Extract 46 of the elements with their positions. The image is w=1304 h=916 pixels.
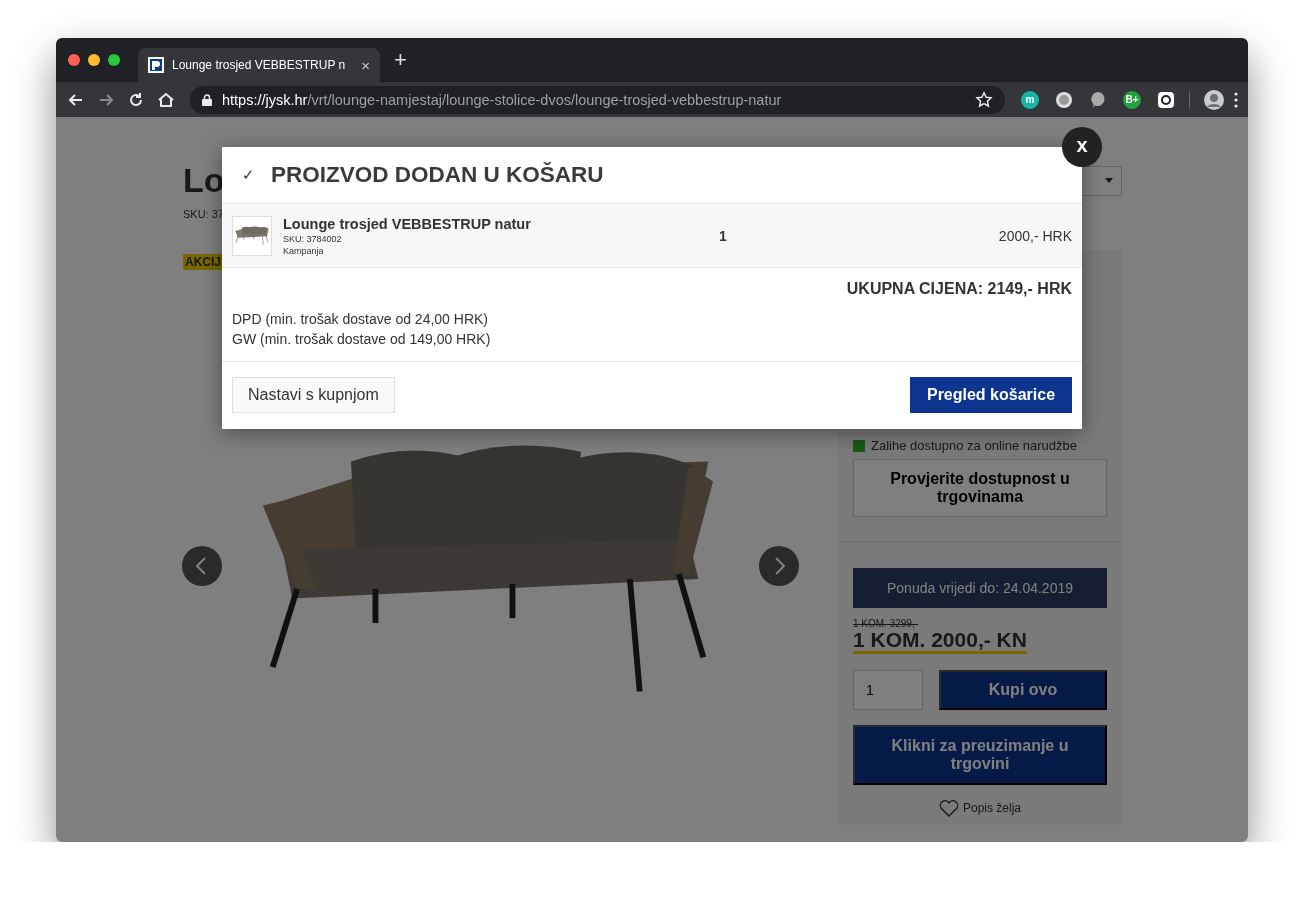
delivery-option: DPD (min. trošak dostave od 24,00 HRK) [232,311,488,327]
heart-icon[interactable] [939,799,959,818]
browser-tab[interactable]: Lounge trosjed VEBBESTRUP n × [138,48,380,82]
product-title: Lo [183,161,225,200]
current-price: 1 KOM. 2000,- KN [853,629,1027,655]
item-price: 2000,- HRK [997,227,1072,244]
site-logo-icon [148,57,164,73]
wishlist-link[interactable]: Popis želja [963,801,1021,816]
item-sku: SKU: 3784002 [283,233,343,244]
bookmark-star-icon[interactable] [975,90,993,109]
maximize-window-icon[interactable] [108,54,120,66]
product-thumbnail [232,215,272,256]
extension-icon[interactable] [1055,90,1073,109]
item-quantity: 1 [718,227,728,244]
item-name: Lounge trosjed VEBBESTRUP natur [283,215,532,232]
item-note: Kampanja [283,245,325,256]
extension-icon[interactable] [1157,90,1175,109]
stock-indicator-icon [853,439,865,452]
delivery-option: GW (min. trošak dostave od 149,00 HRK) [232,331,491,347]
quantity-field[interactable]: 1 [853,670,923,711]
profile-avatar-icon[interactable] [1204,89,1224,110]
sale-badge: AKCIJ [183,254,223,270]
url-text: https://jysk.hr/vrt/lounge-namjestaj/lounge-stolice-dvos/lounge-trosjed-vebbestrup-natur [222,91,783,108]
address-bar[interactable]: https://jysk.hr/vrt/lounge-namjestaj/lounge-stolice-dvos/lounge-trosjed-vebbestrup-natur [190,85,1005,114]
offer-banner: Ponuda vrijedi do: 24.04.2019 [853,568,1107,608]
next-image-button[interactable] [759,546,799,586]
previous-image-button[interactable] [182,546,222,586]
caret-icon [1105,178,1113,183]
checkmark-icon: ✓ [242,166,255,184]
tab-title: Lounge trosjed VEBBESTRUP n [172,58,347,72]
close-button[interactable]: x [1062,127,1102,167]
new-tab-button[interactable]: + [394,47,407,73]
continue-shopping-button[interactable]: Nastavi s kupnjom [232,377,395,413]
buy-button[interactable]: Kupi ovo [939,670,1107,711]
store-pickup-button[interactable]: Klikni za preuzimanje u trgovini [853,725,1107,786]
lock-icon [202,93,212,106]
menu-icon[interactable] [1234,91,1238,108]
total-price: UKUPNA CIJENA: 2149,- HRK [846,280,1072,297]
view-cart-button[interactable]: Pregled košarice [910,377,1072,413]
tab-close-button[interactable]: × [361,56,370,74]
old-price: 1 KOM. 3299,- [853,618,920,629]
check-availability-button[interactable]: Provjerite dostupnost u trgovinama [853,459,1107,517]
stock-status: Zalihe dostupno za online narudžbe [871,438,1077,453]
close-window-icon[interactable] [68,54,80,66]
dialog-title: PROIZVOD DODAN U KOŠARU [271,162,604,188]
minimize-window-icon[interactable] [88,54,100,66]
